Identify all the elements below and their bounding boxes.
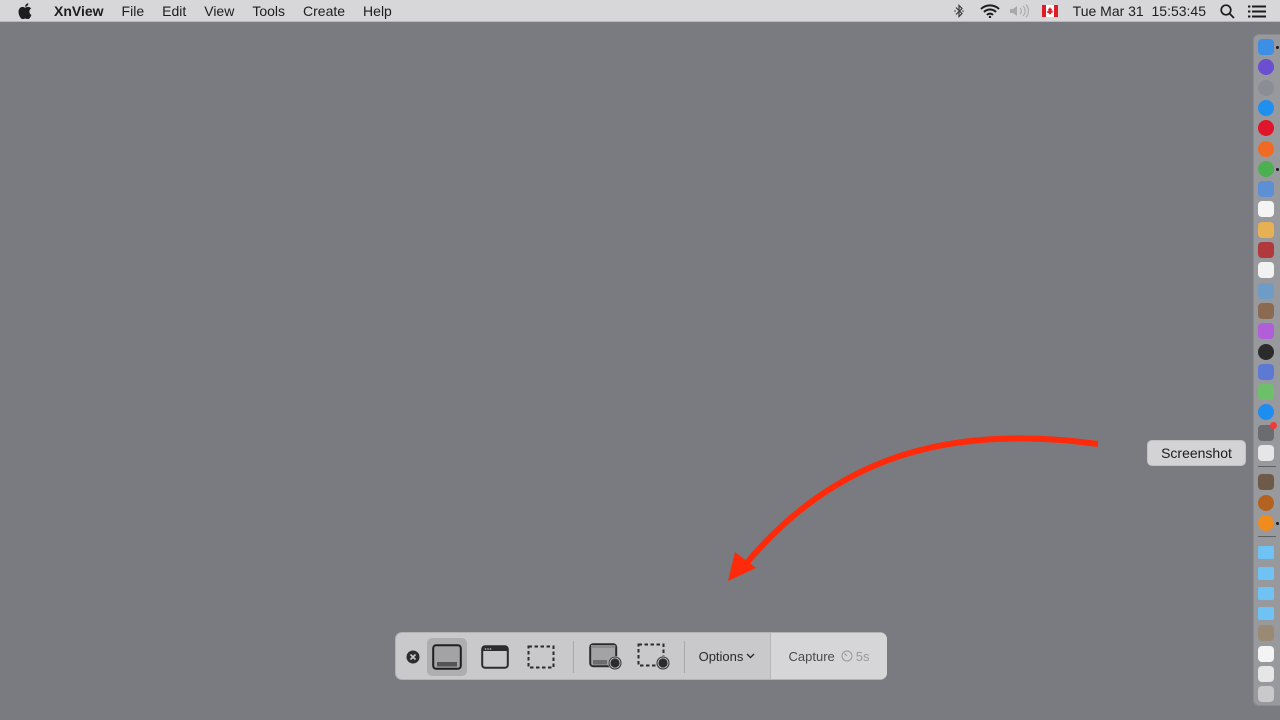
dock-item-folder-4[interactable] xyxy=(1258,607,1274,621)
dock-item-calendar[interactable] xyxy=(1258,201,1274,218)
dock-item-siri[interactable] xyxy=(1258,59,1274,76)
dock-item-xnview[interactable] xyxy=(1258,514,1274,531)
dock-item-document-file[interactable] xyxy=(1258,645,1274,662)
menu-bar: XnView File Edit View Tools Create Help … xyxy=(0,0,1280,22)
dock-item-acorn[interactable] xyxy=(1258,494,1274,511)
dock-item-image-capture[interactable] xyxy=(1258,282,1274,299)
record-region-icon xyxy=(637,643,670,670)
capture-button[interactable]: Capture 5s xyxy=(770,633,887,679)
dock-item-pdf-file[interactable] xyxy=(1258,666,1274,682)
record-selected-portion-button[interactable] xyxy=(634,638,674,676)
dock-item-maps[interactable] xyxy=(1258,384,1274,401)
dock-item-textedit[interactable] xyxy=(1258,262,1274,279)
dock-item-dictionary[interactable] xyxy=(1258,242,1274,258)
dock-item-gimp[interactable] xyxy=(1258,474,1274,491)
dock-item-chrome[interactable] xyxy=(1258,160,1274,177)
canada-flag-icon[interactable] xyxy=(1041,0,1059,22)
dock-tooltip: Screenshot xyxy=(1147,440,1246,466)
dock-item-affinity-photo[interactable] xyxy=(1258,323,1274,340)
menu-file[interactable]: File xyxy=(113,0,154,22)
close-toolbar-button[interactable] xyxy=(405,649,420,664)
notification-badge xyxy=(1270,421,1277,429)
dock-item-screenshot[interactable] xyxy=(1258,445,1274,461)
close-circle-icon xyxy=(406,650,419,663)
running-indicator xyxy=(1276,167,1279,171)
menu-app-name[interactable]: XnView xyxy=(52,0,113,22)
running-indicator xyxy=(1276,46,1279,49)
screenshot-toolbar: Options Capture 5s xyxy=(395,632,887,680)
menu-clock[interactable]: Tue Mar 31 15:53:45 xyxy=(1073,3,1206,19)
dock-separator xyxy=(1258,466,1276,468)
window-icon xyxy=(481,645,509,669)
timer-indicator: 5s xyxy=(841,648,870,664)
dock-item-launchpad[interactable] xyxy=(1258,79,1274,96)
dock-item-opera[interactable] xyxy=(1258,120,1274,137)
dock-item-app-store[interactable] xyxy=(1258,404,1274,421)
capture-selected-window-button[interactable] xyxy=(476,638,514,676)
wifi-icon[interactable] xyxy=(979,0,1001,22)
running-indicator xyxy=(1276,521,1279,525)
notification-center-icon[interactable] xyxy=(1246,0,1268,22)
dock-item-system-preferences[interactable] xyxy=(1258,421,1277,441)
menu-help[interactable]: Help xyxy=(354,0,401,22)
capture-entire-screen-button[interactable] xyxy=(427,638,467,676)
capture-label: Capture xyxy=(788,648,835,664)
dock-item-folder-2[interactable] xyxy=(1258,566,1274,580)
record-entire-screen-button[interactable] xyxy=(586,638,626,676)
entire-screen-icon xyxy=(432,644,462,670)
chevron-down-icon xyxy=(746,651,755,662)
options-label: Options xyxy=(698,648,744,664)
dock-item-notes[interactable] xyxy=(1258,221,1274,238)
menu-tools[interactable]: Tools xyxy=(243,0,294,22)
dock-item-safari[interactable] xyxy=(1258,99,1274,116)
menu-create[interactable]: Create xyxy=(294,0,354,22)
search-icon[interactable] xyxy=(1216,0,1238,22)
volume-muted-icon[interactable] xyxy=(1009,0,1031,22)
apple-icon[interactable] xyxy=(18,0,38,22)
timer-label: 5s xyxy=(855,648,870,664)
bluetooth-icon[interactable] xyxy=(949,0,969,22)
dock xyxy=(1253,34,1280,706)
dock-item-preview[interactable] xyxy=(1258,181,1274,198)
dock-item-bbedit[interactable] xyxy=(1258,363,1274,380)
dock-item-firefox[interactable] xyxy=(1258,140,1274,157)
dock-item-folder-3[interactable] xyxy=(1258,586,1274,600)
record-screen-icon xyxy=(589,643,622,670)
dock-item-folder-1[interactable] xyxy=(1258,546,1274,560)
dock-item-steam-like[interactable] xyxy=(1258,343,1274,360)
dock-item-image-file[interactable] xyxy=(1258,625,1274,642)
dashed-selection-icon xyxy=(527,645,555,669)
annotation-arrow xyxy=(728,435,1099,581)
toolbar-divider xyxy=(573,641,574,673)
dock-separator xyxy=(1258,536,1276,538)
dock-item-finder[interactable] xyxy=(1258,39,1274,55)
timer-icon xyxy=(841,650,853,662)
options-dropdown[interactable]: Options xyxy=(685,633,769,679)
menu-view[interactable]: View xyxy=(195,0,243,22)
dock-item-trash[interactable] xyxy=(1258,686,1274,703)
menu-edit[interactable]: Edit xyxy=(153,0,195,22)
capture-selected-portion-button[interactable] xyxy=(522,638,560,676)
dock-item-photo-booth[interactable] xyxy=(1258,302,1274,319)
